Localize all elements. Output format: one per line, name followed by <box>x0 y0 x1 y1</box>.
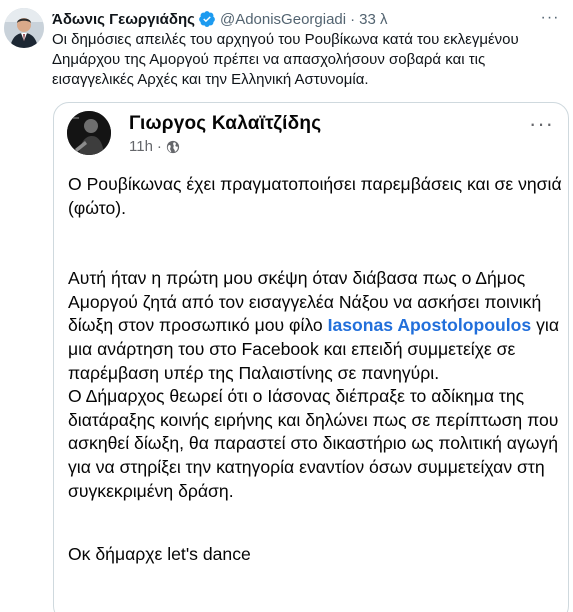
post-author-name: Γιωργος Καλαϊτζίδης <box>129 113 322 134</box>
tweet-timestamp[interactable]: 33 λ <box>359 11 387 28</box>
globe-icon <box>166 140 180 154</box>
post-author-avatar-image <box>67 111 111 155</box>
post-body: Ο Ρουβίκωνας έχει πραγματοποιήσει παρεμβ… <box>68 173 563 567</box>
post-meta: 11h · <box>129 138 180 155</box>
author-avatar-image <box>4 8 44 48</box>
tweet: Άδωνις Γεωργιάδης @AdonisGeorgiadi · 33 … <box>0 0 573 612</box>
post-meta-separator: · <box>156 138 162 155</box>
author-name[interactable]: Άδωνις Γεωργιάδης <box>52 11 195 28</box>
tweet-header: Άδωνις Γεωργιάδης @AdonisGeorgiadi · 33 … <box>52 9 387 29</box>
post-author-avatar <box>67 111 111 155</box>
post-more-options-icon: ··· <box>529 111 554 136</box>
verified-badge-icon <box>198 10 216 28</box>
embedded-screenshot[interactable]: Γιωργος Καλαϊτζίδης 11h · ··· Ο Ρουβίκων… <box>53 102 569 612</box>
post-paragraph: Οκ δήμαρχε let's dance <box>68 544 251 565</box>
post-paragraph: Ο Δήμαρχος θεωρεί ότι ο Ιάσονας διέπραξε… <box>68 386 559 501</box>
mention-link: Iasonas Apostolopoulos <box>327 315 532 336</box>
more-options-icon[interactable]: ··· <box>539 8 561 28</box>
tweet-text: Οι δημόσιες απειλές του αρχηγού του Ρουβ… <box>52 31 519 88</box>
header-separator: · <box>350 10 356 28</box>
author-handle[interactable]: @AdonisGeorgiadi <box>220 11 346 28</box>
post-paragraph: Αυτή ήταν η πρώτη μου σκέψη όταν διάβασα… <box>68 267 563 385</box>
post-paragraph: Ο Ρουβίκωνας έχει πραγματοποιήσει παρεμβ… <box>68 174 562 218</box>
post-timestamp: 11h <box>129 138 153 155</box>
author-avatar[interactable] <box>4 8 44 48</box>
